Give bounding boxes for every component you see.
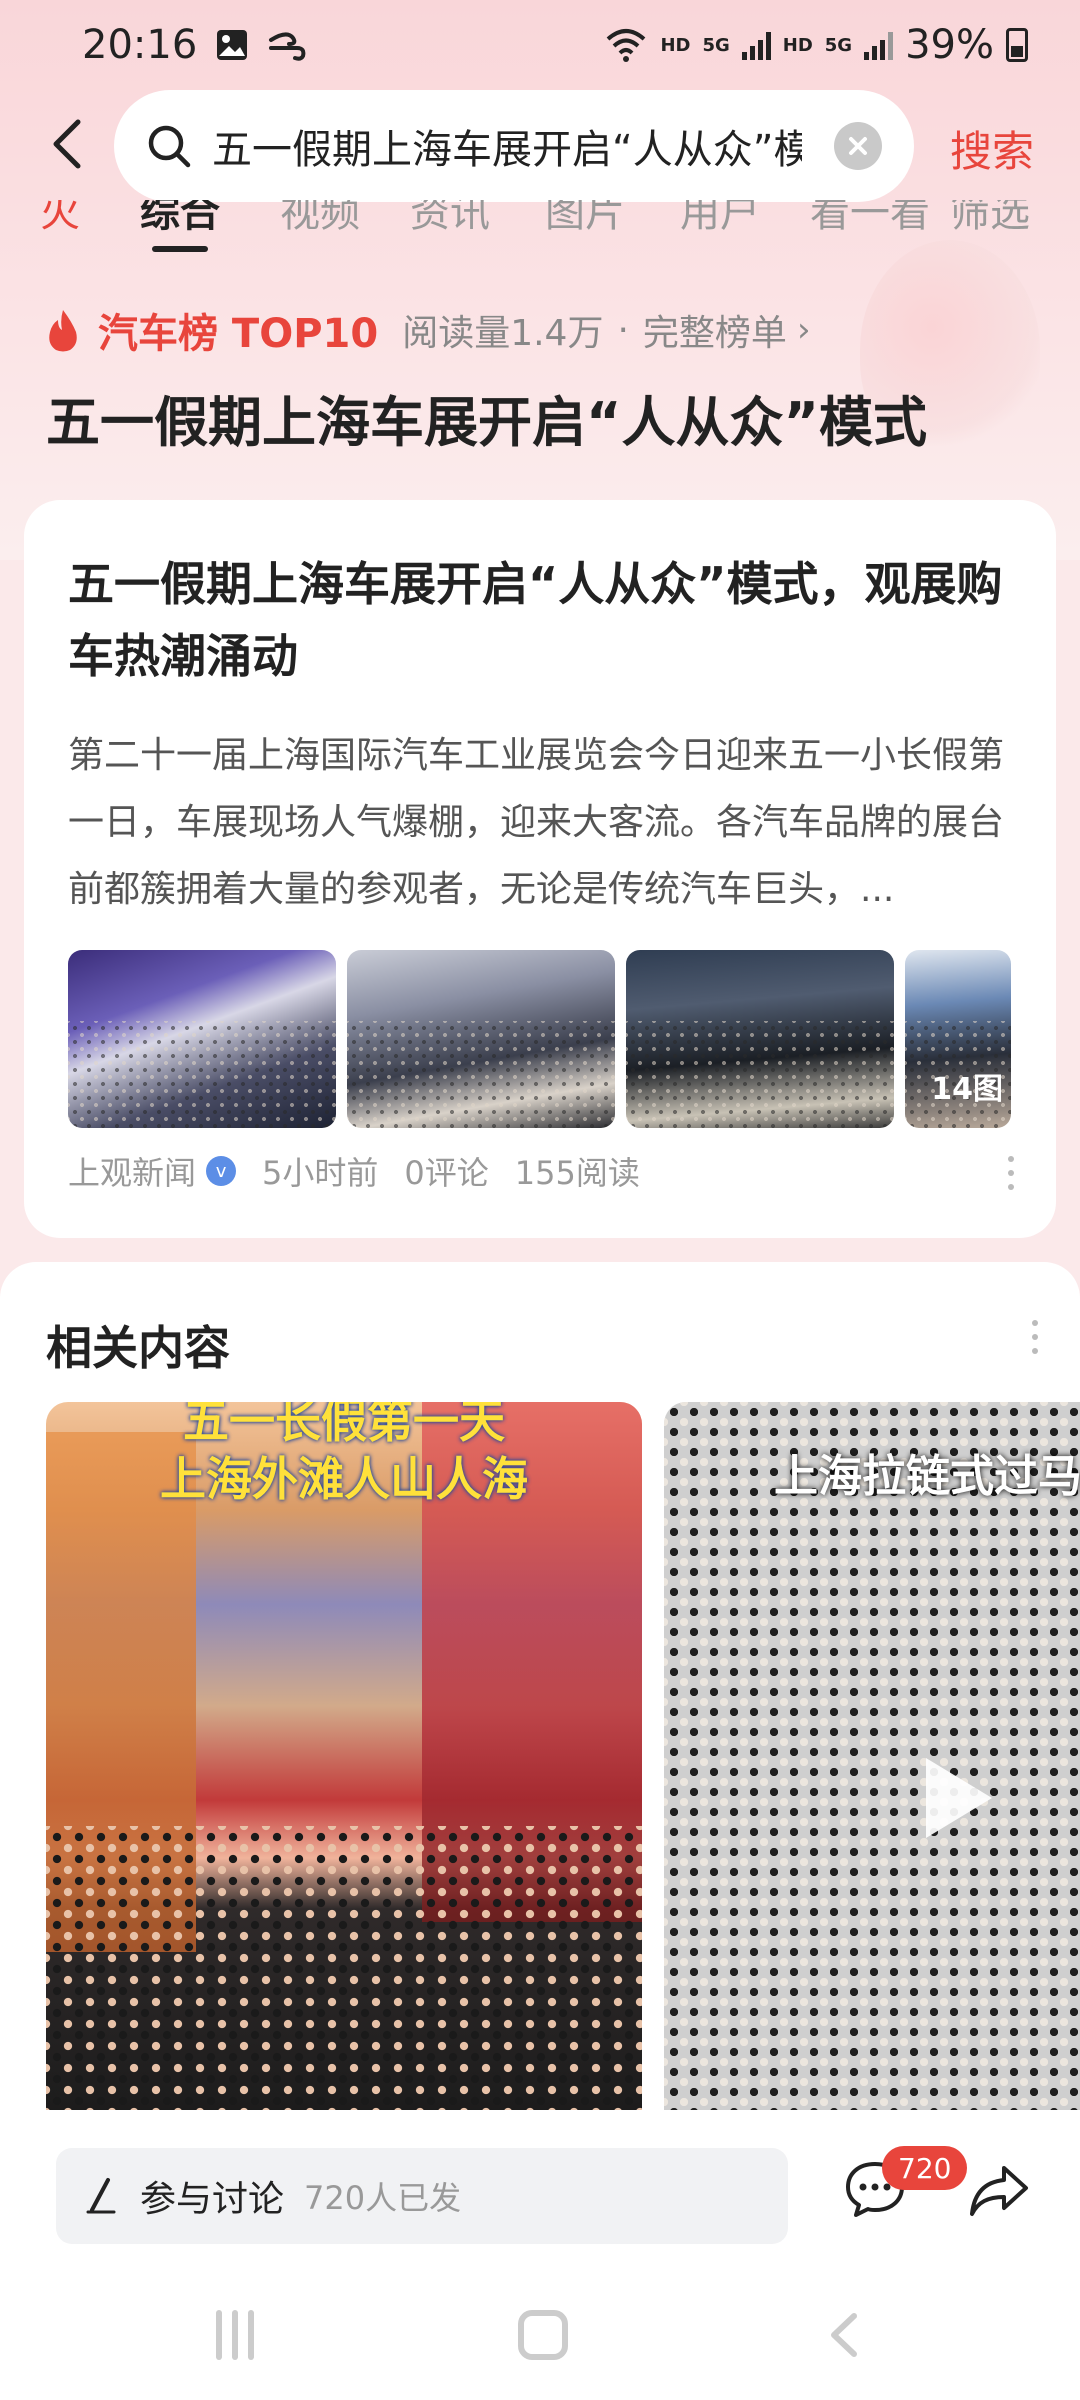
tab-comprehensive[interactable]: 综合 (140, 200, 220, 238)
status-bar: 20:16 HD 5G HD 5G 39% (0, 0, 1080, 90)
net-label-1: 5G (702, 34, 730, 56)
article-title[interactable]: 五一假期上海车展开启“人从众”模式，观展购车热潮涌动 (68, 548, 1012, 692)
wifi-icon (607, 29, 646, 62)
search-query[interactable]: 五一假期上海车展开启“人从众”模 (212, 117, 802, 175)
rank-reads: 阅读量1.4万 (402, 313, 604, 354)
recent-apps-icon[interactable] (216, 2310, 266, 2360)
article-thumbnails: 14图 (68, 950, 1032, 1128)
verified-icon: v (206, 1156, 237, 1186)
discuss-label: 参与讨论 (140, 2179, 285, 2220)
bottom-action-bar: 参与讨论 720人已发 720 (0, 2110, 1080, 2280)
chevron-right-icon: › (796, 310, 811, 350)
tab-news[interactable]: 资讯 (410, 200, 490, 238)
comment-count-badge: 720 (882, 2146, 968, 2190)
discuss-count: 720人已发 (304, 2179, 462, 2217)
home-icon[interactable] (518, 2310, 568, 2360)
tab-users[interactable]: 用户 (680, 200, 760, 238)
tab-images[interactable]: 图片 (545, 200, 625, 238)
clear-icon[interactable] (834, 122, 882, 170)
image-count: 14图 (931, 1072, 1003, 1107)
net-label-2: 5G (824, 34, 853, 56)
search-icon (148, 125, 191, 168)
article-card[interactable]: 五一假期上海车展开启“人从众”模式，观展购车热潮涌动 第二十一届上海国际汽车工业… (24, 500, 1056, 1238)
discuss-input[interactable]: 参与讨论 720人已发 (56, 2148, 788, 2244)
article-time: 5小时前 (262, 1154, 379, 1192)
more-options-icon[interactable] (1008, 1156, 1016, 1190)
gallery-icon (217, 30, 248, 60)
status-time: 20:16 (82, 22, 198, 68)
related-video-card[interactable]: 五一长假第一天 上海外滩人山人海 (46, 1402, 642, 2126)
full-list-link[interactable]: 完整榜单 (643, 304, 787, 356)
play-icon[interactable] (926, 1758, 992, 1838)
hd-label-2: HD (782, 34, 813, 56)
article-reads: 155阅读 (514, 1154, 640, 1192)
battery-icon (1006, 28, 1028, 62)
article-comments: 0评论 (404, 1154, 489, 1192)
back-arrow-icon[interactable] (40, 114, 100, 174)
tab-video[interactable]: 视频 (280, 200, 360, 238)
rank-separator: · (617, 309, 629, 351)
search-button[interactable]: 搜索 (950, 118, 1034, 179)
tab-underline (152, 246, 208, 252)
battery-percent: 39% (905, 22, 994, 68)
page-title: 五一假期上海车展开启“人从众”模式 (46, 391, 927, 454)
signal-icon (741, 30, 771, 60)
pen-icon (86, 2178, 116, 2214)
thumbnail-image[interactable] (68, 950, 336, 1128)
tab-bar: 火 综合 视频 资讯 图片 用户 看一看 筛选 (0, 200, 1080, 240)
related-video-card[interactable]: 上海拉链式过马 (664, 1402, 1080, 2126)
thumbnail-image[interactable]: 14图 (905, 950, 1011, 1128)
system-nav-bar (0, 2280, 1080, 2400)
article-source[interactable]: 上观新闻 (68, 1148, 196, 1194)
share-icon[interactable] (966, 2160, 1032, 2220)
nav-back-icon[interactable] (820, 2310, 870, 2360)
hd-label-1: HD (660, 34, 691, 56)
article-summary: 第二十一届上海国际汽车工业展览会今日迎来五一小长假第一日，车展现场人气爆棚，迎来… (68, 735, 1005, 910)
hot-rank-row[interactable]: 汽车榜 TOP10 阅读量1.4万 · 完整榜单 › (46, 300, 811, 360)
video-caption: 五一长假第一天 上海外滩人山人海 (160, 1402, 528, 1506)
tab-look[interactable]: 看一看 (810, 200, 930, 238)
video-caption: 上海拉链式过马 (774, 1451, 1080, 1502)
thumbnail-image[interactable] (626, 950, 894, 1128)
signal-icon-2 (864, 30, 894, 60)
tab-hot[interactable]: 火 (40, 200, 80, 238)
fire-icon (49, 310, 77, 352)
search-input[interactable]: 五一假期上海车展开启“人从众”模 (114, 90, 914, 202)
article-meta: 上观新闻 v 5小时前 0评论 155阅读 (68, 1148, 640, 1194)
more-options-icon[interactable] (1032, 1320, 1040, 1354)
wind-icon (269, 32, 306, 61)
tab-filter[interactable]: 筛选 (950, 200, 1030, 238)
rank-label: 汽车榜 TOP10 (98, 311, 379, 357)
related-title: 相关内容 (46, 1321, 230, 1375)
search-bar: 五一假期上海车展开启“人从众”模 搜索 (0, 90, 1080, 202)
thumbnail-image[interactable] (347, 950, 615, 1128)
